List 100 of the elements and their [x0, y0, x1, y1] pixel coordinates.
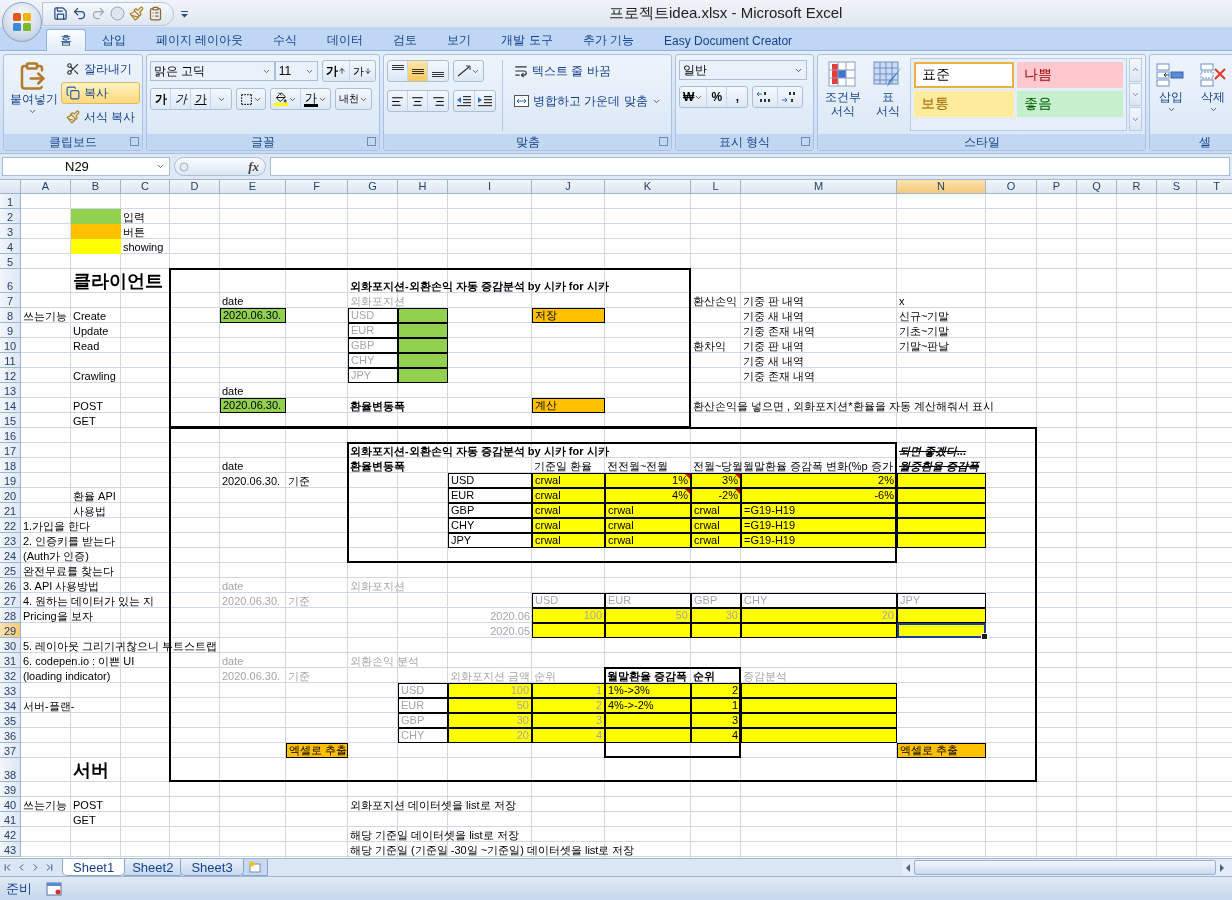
number-format-button[interactable]: %	[707, 87, 728, 107]
spreadsheet-cell[interactable]: crwal	[691, 533, 741, 548]
paintbrush-icon[interactable]	[129, 6, 144, 21]
column-header[interactable]: M	[741, 180, 897, 194]
spreadsheet-cell[interactable]: crwal	[532, 518, 605, 533]
spreadsheet-cell[interactable]: USD	[448, 473, 532, 488]
spreadsheet-cell[interactable]	[398, 353, 448, 368]
spreadsheet-cell[interactable]	[691, 623, 741, 638]
undo-icon[interactable]	[72, 6, 87, 21]
clipboard-button[interactable]: 잘라내기	[61, 58, 141, 80]
spreadsheet-cell[interactable]: crwal	[691, 503, 741, 518]
row-header[interactable]: 27	[0, 593, 21, 608]
row-header[interactable]: 24	[0, 548, 21, 563]
row-header[interactable]: 40	[0, 797, 21, 812]
row-header[interactable]: 17	[0, 443, 21, 458]
row-header[interactable]: 7	[0, 293, 21, 308]
row-header[interactable]: 16	[0, 428, 21, 443]
column-header[interactable]: N	[897, 180, 986, 194]
spreadsheet-cell[interactable]: crwal	[605, 503, 691, 518]
spreadsheet-cell[interactable]: -6%	[741, 488, 897, 503]
spreadsheet-cell[interactable]	[897, 518, 986, 533]
delete-cells-button[interactable]: 삭제	[1195, 58, 1231, 131]
row-header[interactable]: 31	[0, 653, 21, 668]
spreadsheet-cell[interactable]	[741, 698, 897, 713]
spreadsheet-cell[interactable]: 엑셀로 추출	[897, 743, 986, 758]
column-header[interactable]: B	[71, 180, 121, 194]
row-header[interactable]: 37	[0, 743, 21, 758]
conditional-format-button[interactable]: 조건부 서식	[821, 58, 866, 131]
row-header[interactable]: 42	[0, 827, 21, 842]
spreadsheet-cell[interactable]	[897, 503, 986, 518]
font-style-button[interactable]: 가	[151, 89, 171, 109]
spreadsheet-cell[interactable]: 엑셀로 추출	[286, 743, 348, 758]
cell-style-option[interactable]: 표준	[913, 62, 1014, 88]
spreadsheet-cell[interactable]: crwal	[532, 488, 605, 503]
spreadsheet-cell[interactable]: 3%	[691, 473, 741, 488]
merge-center-button[interactable]: 병합하고 가운데 맞춤	[509, 90, 666, 112]
row-header[interactable]: 34	[0, 698, 21, 713]
column-header[interactable]: H	[398, 180, 448, 194]
row-header[interactable]: 6	[0, 269, 21, 293]
shrink-font-button[interactable]: 가	[350, 61, 375, 81]
spreadsheet-cell[interactable]: JPY	[448, 533, 532, 548]
column-header[interactable]: C	[121, 180, 170, 194]
row-header[interactable]: 19	[0, 473, 21, 488]
ribbon-tab[interactable]: 보기	[433, 29, 486, 51]
insert-cells-button[interactable]: 삽입	[1153, 58, 1189, 131]
ribbon-tab[interactable]: 수식	[259, 29, 312, 51]
row-header[interactable]: 11	[0, 353, 21, 368]
spreadsheet-cell[interactable]	[398, 308, 448, 323]
clipboard-icon[interactable]	[148, 6, 163, 21]
spreadsheet-cell[interactable]	[897, 533, 986, 548]
spreadsheet-cell[interactable]	[605, 623, 691, 638]
ribbon-tab[interactable]: 검토	[379, 29, 432, 51]
spreadsheet-cell[interactable]	[897, 623, 986, 638]
row-header[interactable]: 38	[0, 758, 21, 782]
font-style-button[interactable]: 가	[191, 89, 211, 109]
spreadsheet-cell[interactable]: 1	[691, 698, 741, 713]
number-format-button[interactable]: ,	[727, 87, 748, 107]
spreadsheet-cell[interactable]: crwal	[532, 533, 605, 548]
row-header[interactable]: 39	[0, 782, 21, 797]
column-header[interactable]: J	[532, 180, 605, 194]
spreadsheet-cell[interactable]: 1%	[605, 473, 691, 488]
table-format-button[interactable]: 표 서식	[867, 58, 908, 131]
spreadsheet-cell[interactable]: EUR	[448, 488, 532, 503]
spreadsheet-cell[interactable]: 저장	[532, 308, 605, 323]
row-header[interactable]: 23	[0, 533, 21, 548]
row-header[interactable]: 4	[0, 239, 21, 254]
spreadsheet-cell[interactable]	[741, 713, 897, 728]
spreadsheet-cell[interactable]: 2020.06.30.	[220, 308, 286, 323]
column-header[interactable]: T	[1197, 180, 1232, 194]
row-header[interactable]: 2	[0, 209, 21, 224]
column-header[interactable]: K	[605, 180, 691, 194]
ribbon-tab[interactable]: 추가 기능	[568, 29, 649, 51]
spreadsheet-cell[interactable]	[398, 368, 448, 383]
number-format-button[interactable]: ₩	[680, 87, 708, 107]
font-style-button[interactable]: 가	[171, 89, 191, 109]
row-header[interactable]: 43	[0, 842, 21, 857]
row-header[interactable]: 8	[0, 308, 21, 323]
spreadsheet-cell[interactable]: =G19-H19	[741, 533, 897, 548]
save-icon[interactable]	[53, 6, 68, 21]
row-header[interactable]: 22	[0, 518, 21, 533]
column-header[interactable]: E	[220, 180, 286, 194]
formula-input[interactable]	[270, 157, 1230, 176]
spreadsheet-cell[interactable]	[71, 224, 121, 239]
column-header[interactable]: G	[348, 180, 398, 194]
column-header[interactable]: Q	[1077, 180, 1117, 194]
spreadsheet-cell[interactable]	[897, 473, 986, 488]
spreadsheet-cell[interactable]	[897, 608, 986, 623]
ribbon-tab[interactable]: 삽입	[88, 29, 140, 51]
grow-font-button[interactable]: 가	[323, 61, 350, 81]
spreadsheet-cell[interactable]: CHY	[448, 518, 532, 533]
spreadsheet-cell[interactable]	[897, 488, 986, 503]
column-header[interactable]: L	[691, 180, 741, 194]
ribbon-tab[interactable]: Easy Document Creator	[650, 29, 807, 51]
row-header[interactable]: 32	[0, 668, 21, 683]
ribbon-tab[interactable]: 홈	[46, 29, 86, 51]
row-header[interactable]: 14	[0, 398, 21, 413]
cell-style-option[interactable]: 좋음	[1016, 91, 1123, 117]
column-header[interactable]: S	[1157, 180, 1197, 194]
spreadsheet-cell[interactable]: 4%->-2%	[605, 698, 691, 713]
column-header[interactable]: A	[21, 180, 71, 194]
